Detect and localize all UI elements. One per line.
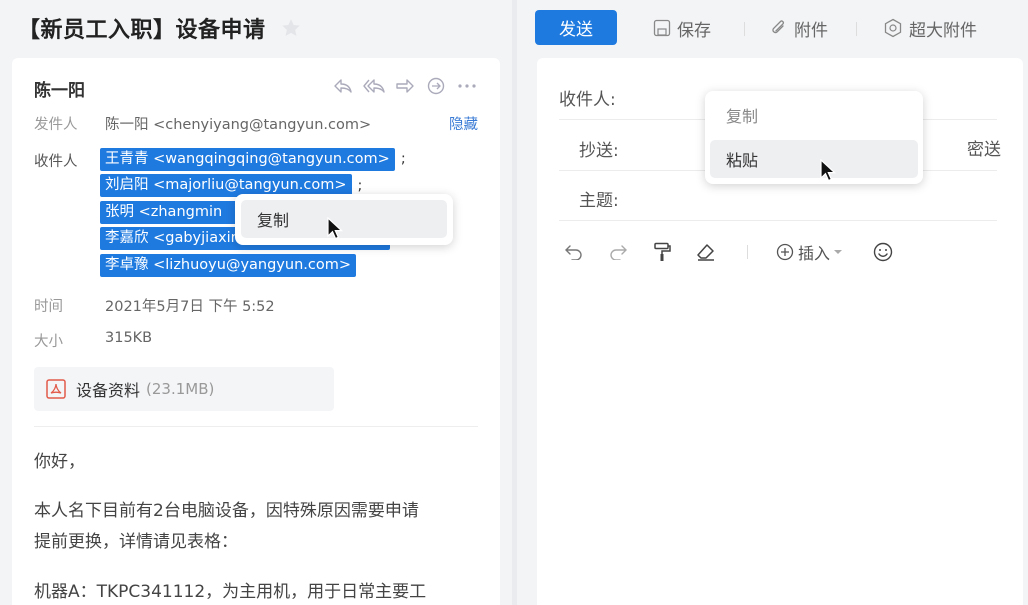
recipient-chip[interactable]: 王青青 <wangqingqing@tangyun.com>	[100, 147, 395, 171]
bcc-link[interactable]: 密送	[967, 135, 1001, 160]
attachment-name: 设备资料	[76, 381, 141, 400]
toolbar-divider	[856, 22, 857, 36]
field-divider	[559, 220, 997, 221]
mail-title: 【新员工入职】设备申请	[18, 18, 266, 43]
star-icon[interactable]	[280, 17, 302, 39]
cc-field-label: 抄送:	[579, 141, 619, 161]
emoji-icon[interactable]	[872, 242, 894, 262]
save-button[interactable]: 保存	[653, 14, 711, 42]
recipient-row: 李卓豫 <lizhuoyu@yangyun.com>	[100, 252, 480, 279]
to-label: 收件人	[34, 154, 78, 170]
save-label: 保存	[677, 20, 711, 41]
cube-icon	[883, 18, 903, 38]
body-paragraph-line: 本人名下目前有2台电脑设备，因特殊原因需要申请	[34, 501, 419, 521]
forward-icon[interactable]	[394, 75, 416, 97]
attach-label: 附件	[794, 20, 828, 41]
pdf-icon	[46, 379, 66, 399]
large-attach-label: 超大附件	[909, 20, 977, 41]
plus-circle-icon	[776, 243, 794, 261]
redo-icon[interactable]	[607, 244, 629, 260]
body-paragraph-line: 提前更换，详情请见表格：	[34, 532, 238, 552]
body-greeting: 你好，	[34, 452, 85, 472]
eraser-icon[interactable]	[695, 242, 717, 262]
insert-dropdown[interactable]: 插入	[776, 240, 843, 264]
toolbar-divider	[747, 245, 748, 259]
paperclip-icon	[770, 19, 788, 37]
recipient-separator: ;	[357, 177, 363, 194]
chat-icon[interactable]	[425, 75, 447, 97]
mail-actions	[332, 75, 478, 97]
mail-reader-pane: 【新员工入职】设备申请 陈一阳 发件人 陈一阳 <chenyiyang@tang…	[0, 0, 512, 605]
context-menu-copy[interactable]: 复制	[710, 96, 918, 134]
context-menu: 复制 粘贴	[705, 91, 923, 184]
send-button[interactable]: 发送	[535, 10, 617, 45]
sender-name: 陈一阳	[34, 81, 85, 101]
size-label: 大小	[34, 334, 63, 350]
attachment-item[interactable]: 设备资料 (23.1MB)	[34, 367, 334, 411]
subject-field-label: 主题:	[579, 191, 619, 211]
compose-toolbar: 发送 保存 附件 超大附件	[517, 0, 1028, 56]
context-menu-paste[interactable]: 粘贴	[710, 140, 918, 178]
attach-button[interactable]: 附件	[770, 14, 828, 42]
reply-icon[interactable]	[332, 75, 354, 97]
insert-label: 插入	[798, 244, 831, 263]
context-menu: 复制	[235, 194, 453, 245]
header-divider	[34, 426, 478, 427]
recipient-chip[interactable]: 李卓豫 <lizhuoyu@yangyun.com>	[100, 253, 356, 277]
context-menu-copy[interactable]: 复制	[241, 200, 447, 238]
mail-card: 陈一阳 发件人 陈一阳 <chenyiyang@tangyun.com> 隐藏 …	[12, 58, 500, 605]
time-label: 时间	[34, 299, 63, 315]
from-value[interactable]: 陈一阳 <chenyiyang@tangyun.com>	[105, 113, 371, 134]
caret-down-icon	[834, 249, 843, 255]
undo-icon[interactable]	[563, 244, 585, 260]
recipient-separator: ;	[400, 151, 406, 168]
editor-toolbar: 插入	[563, 238, 894, 266]
save-icon	[653, 19, 671, 37]
hide-details-link[interactable]: 隐藏	[449, 113, 478, 134]
attachment-size: (23.1MB)	[146, 380, 215, 398]
from-label: 发件人	[34, 117, 78, 133]
to-field-label: 收件人:	[559, 90, 616, 110]
reply-all-icon[interactable]	[363, 75, 385, 97]
time-value: 2021年5月7日 下午 5:52	[105, 299, 275, 315]
recipient-row: 王青青 <wangqingqing@tangyun.com> ;	[100, 146, 480, 173]
size-value: 315KB	[105, 330, 153, 346]
large-attach-button[interactable]: 超大附件	[883, 14, 977, 42]
format-painter-icon[interactable]	[651, 242, 673, 262]
toolbar-divider	[744, 22, 745, 36]
more-icon[interactable]	[456, 75, 478, 97]
mail-title-row: 【新员工入职】设备申请	[18, 8, 302, 48]
body-paragraph-line: 机器A：TKPC341112，为主用机，用于日常主要工	[34, 582, 427, 602]
